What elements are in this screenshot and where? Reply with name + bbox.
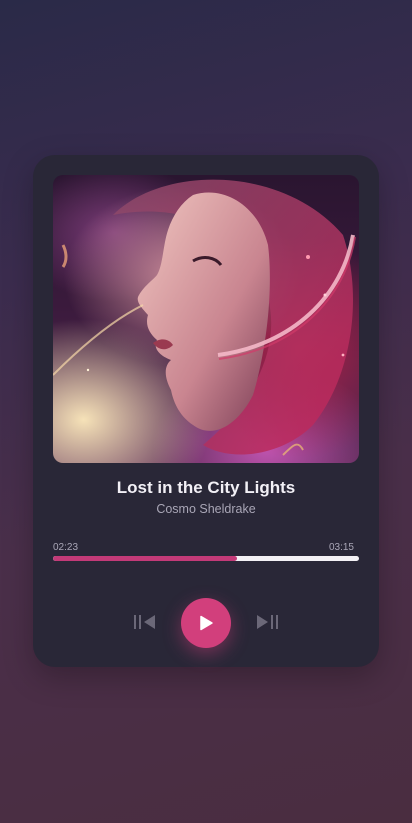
track-title: Lost in the City Lights [116,478,296,497]
progress-fill [53,556,237,561]
elapsed-time: 02:23 [53,542,79,553]
skip-previous-icon [134,615,155,629]
play-icon [200,615,213,631]
previous-track-button[interactable] [131,611,159,633]
cover-illustration [53,179,356,456]
album-cover-image [53,175,359,463]
next-track-button[interactable] [253,611,281,633]
track-artist: Cosmo Sheldrake [156,502,256,516]
progress-bar[interactable] [53,556,359,561]
skip-next-icon [257,615,278,629]
play-button[interactable] [181,598,231,648]
music-player-card: Lost in the City Lights Cosmo Sheldrake … [33,155,379,667]
total-duration: 03:15 [328,542,354,553]
